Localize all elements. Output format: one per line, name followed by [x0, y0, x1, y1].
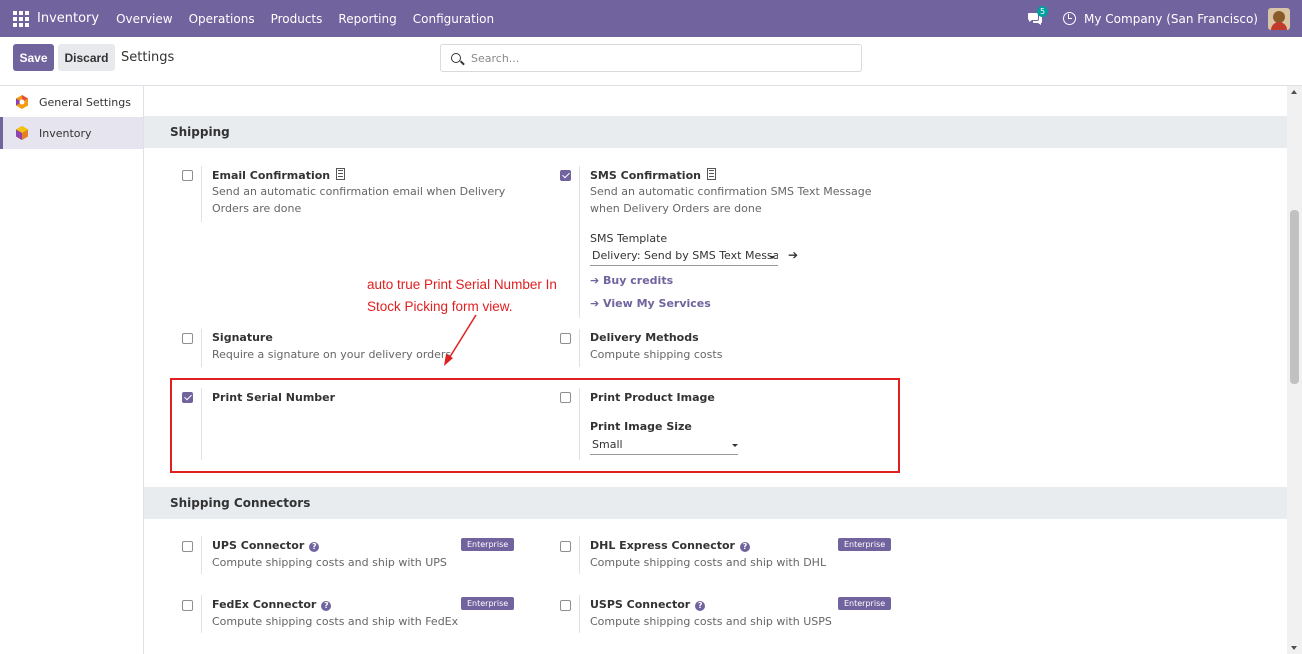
help-icon[interactable]: ? [739, 542, 750, 552]
setting-divider [201, 595, 202, 633]
signature-checkbox[interactable] [182, 333, 193, 344]
enterprise-badge: Enterprise [838, 597, 892, 610]
email-confirmation-checkbox[interactable] [182, 170, 193, 181]
help-icon[interactable]: ? [309, 542, 320, 552]
dhl-connector-desc: Compute shipping costs and ship with DHL [590, 556, 827, 569]
delivery-methods-desc: Compute shipping costs [590, 348, 723, 361]
usps-connector-desc: Compute shipping costs and ship with USP… [590, 615, 832, 628]
save-button[interactable]: Save [13, 44, 54, 71]
building-icon [336, 168, 346, 180]
dhl-connector-title: DHL Express Connector? [590, 539, 750, 552]
setting-divider [579, 166, 580, 318]
fedex-connector-desc: Compute shipping costs and ship with Fed… [212, 615, 459, 628]
app-brand[interactable]: Inventory [37, 11, 99, 26]
setting-divider [201, 329, 202, 367]
sms-template-label: SMS Template [590, 232, 668, 245]
delivery-methods-title: Delivery Methods [590, 331, 699, 344]
apps-menu-icon[interactable] [13, 10, 29, 27]
setting-divider [579, 329, 580, 367]
sidebar-item-general-settings[interactable]: General Settings [0, 86, 143, 118]
inventory-app-icon [15, 126, 29, 140]
enterprise-badge: Enterprise [461, 597, 515, 610]
annotation-arrow-icon [444, 314, 477, 366]
control-panel: Save Discard Settings [0, 37, 1302, 86]
menu-operations[interactable]: Operations [189, 12, 255, 26]
signature-title: Signature [212, 331, 273, 344]
email-confirmation-title: Email Confirmation [212, 168, 346, 182]
odoo-logo-icon [15, 95, 29, 109]
discard-button[interactable]: Discard [58, 44, 115, 71]
chat-count-badge: 5 [1037, 5, 1049, 17]
annotation-line-1: auto true Print Serial Number In [367, 277, 557, 292]
settings-content: Shipping Email Confirmation Send an auto… [144, 86, 1287, 654]
chat-icon[interactable]: 5 [1027, 5, 1049, 26]
sidebar-item-inventory[interactable]: Inventory [0, 117, 143, 149]
usps-connector-checkbox[interactable] [560, 600, 571, 611]
search-icon [451, 53, 461, 63]
dhl-connector-checkbox[interactable] [560, 541, 571, 552]
setting-divider [201, 536, 202, 574]
delivery-methods-checkbox[interactable] [560, 333, 571, 344]
enterprise-badge: Enterprise [461, 538, 515, 551]
building-icon [706, 168, 716, 180]
caret-down-icon [769, 256, 775, 259]
sidebar-item-label: Inventory [39, 126, 92, 140]
ups-connector-title: UPS Connector? [212, 539, 320, 552]
menu-overview[interactable]: Overview [116, 12, 173, 26]
menu-reporting[interactable]: Reporting [338, 12, 396, 26]
scroll-up-arrow-icon[interactable] [1291, 90, 1297, 94]
clock-icon[interactable] [1063, 12, 1077, 25]
annotation-highlight-box [170, 378, 900, 473]
company-switcher[interactable]: My Company (San Francisco) [1084, 12, 1258, 26]
content-scrollbar[interactable] [1287, 86, 1302, 654]
scrollbar-thumb[interactable] [1290, 210, 1299, 384]
sms-confirmation-desc: Send an automatic confirmation SMS Text … [590, 185, 872, 215]
user-avatar[interactable] [1268, 7, 1290, 30]
help-icon[interactable]: ? [695, 601, 706, 611]
sms-template-value: Delivery: Send by SMS Text Message [592, 249, 778, 262]
page-title: Settings [121, 50, 175, 65]
sidebar-item-label: General Settings [39, 95, 131, 109]
open-record-arrow-icon[interactable]: ➔ [788, 248, 798, 262]
menu-products[interactable]: Products [271, 12, 323, 26]
email-confirmation-desc: Send an automatic confirmation email whe… [212, 185, 506, 215]
buy-credits-link[interactable]: ➔ Buy credits [590, 274, 673, 287]
enterprise-badge: Enterprise [838, 538, 892, 551]
scroll-down-arrow-icon[interactable] [1291, 646, 1297, 650]
fedex-connector-checkbox[interactable] [182, 600, 193, 611]
sms-confirmation-checkbox[interactable] [560, 170, 571, 181]
top-navbar: Inventory Overview Operations Products R… [0, 0, 1302, 37]
sms-template-select[interactable]: Delivery: Send by SMS Text Message [590, 248, 778, 266]
usps-connector-title: USPS Connector? [590, 598, 706, 611]
sms-confirmation-title: SMS Confirmation [590, 168, 716, 182]
ups-connector-desc: Compute shipping costs and ship with UPS [212, 556, 447, 569]
fedex-connector-title: FedEx Connector? [212, 598, 332, 611]
setting-divider [579, 595, 580, 633]
section-header-shipping-connectors: Shipping Connectors [144, 487, 1287, 519]
setting-divider [579, 536, 580, 574]
ups-connector-checkbox[interactable] [182, 541, 193, 552]
settings-sidebar: General Settings Inventory [0, 86, 144, 654]
search-box[interactable] [440, 44, 862, 72]
section-header-shipping: Shipping [144, 116, 1287, 148]
help-icon[interactable]: ? [321, 601, 332, 611]
search-input[interactable] [471, 51, 851, 65]
menu-configuration[interactable]: Configuration [413, 12, 494, 26]
signature-desc: Require a signature on your delivery ord… [212, 348, 452, 361]
view-my-services-link[interactable]: ➔ View My Services [590, 297, 711, 310]
setting-divider [201, 166, 202, 222]
